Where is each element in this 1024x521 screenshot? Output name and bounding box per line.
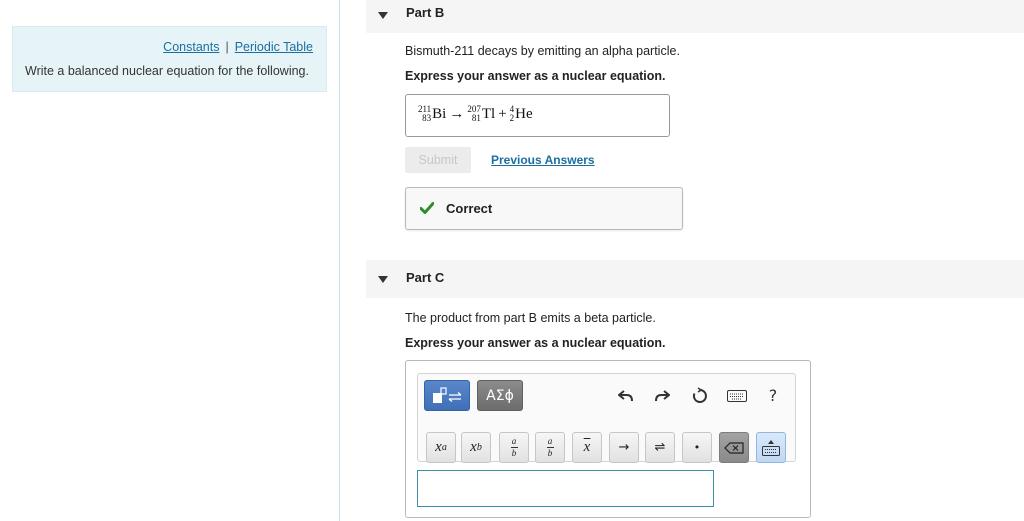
undo-icon[interactable] [612, 380, 640, 411]
collapse-caret-icon[interactable] [378, 12, 388, 19]
link-separator: | [225, 40, 229, 54]
fraction-key[interactable]: ab [499, 432, 529, 463]
collapse-caret-icon[interactable] [378, 276, 388, 283]
bi-atomic-number: 83 [422, 113, 432, 123]
redo-icon[interactable] [648, 380, 676, 411]
reaction-arrow-key[interactable]: → [609, 432, 639, 463]
nuclear-equation: 211 83 Bi → 207 81 Tl + 42 He [418, 105, 533, 123]
he-symbol: He [515, 105, 533, 122]
submit-button[interactable]: Submit [405, 147, 471, 173]
problem-instruction: Write a balanced nuclear equation for th… [25, 64, 309, 78]
tl-symbol: Tl [481, 105, 496, 122]
part-c-prompt: The product from part B emits a beta par… [405, 311, 656, 325]
part-c-title: Part C [406, 270, 445, 285]
tl-atomic-number: 81 [471, 113, 481, 123]
periodic-table-link[interactable]: Periodic Table [235, 40, 313, 54]
resource-links: Constants | Periodic Table [163, 40, 313, 54]
equilibrium-arrow-key[interactable]: ⇌ [645, 432, 675, 463]
part-c-header[interactable]: Part C [366, 260, 1024, 298]
dot-key[interactable]: • [682, 432, 712, 463]
subscript-key[interactable]: xb [461, 432, 491, 463]
he-atomic-number: 2 [509, 113, 515, 123]
part-c-instruction: Express your answer as a nuclear equatio… [405, 336, 666, 350]
correct-feedback: Correct [405, 187, 683, 230]
bi-symbol: Bi [432, 105, 447, 122]
reaction-arrow: → [449, 105, 465, 122]
check-icon [420, 202, 434, 214]
part-b-instruction: Express your answer as a nuclear equatio… [405, 69, 666, 83]
backspace-icon [724, 441, 744, 454]
backspace-key[interactable] [719, 432, 749, 463]
math-toolbar: ΑΣϕ ? xa xb ab ab x → ⇌ • [417, 373, 796, 463]
part-b-header[interactable]: Part B [366, 0, 1024, 33]
keyboard-toggle-icon [762, 439, 780, 456]
bismuth-nuclide: 211 83 Bi [418, 105, 446, 123]
superscript-key[interactable]: xa [426, 432, 456, 463]
left-panel: Constants | Periodic Table Write a balance… [0, 0, 340, 521]
correct-label: Correct [446, 201, 493, 216]
templates-button[interactable] [424, 380, 470, 411]
templates-icon [433, 386, 462, 403]
part-b-answer-box: 211 83 Bi → 207 81 Tl + 42 He [405, 94, 670, 137]
fraction-alt-key[interactable]: ab [535, 432, 565, 463]
reset-icon[interactable] [686, 380, 714, 411]
part-b-title: Part B [406, 5, 445, 20]
constants-link[interactable]: Constants [163, 40, 219, 54]
helium-nuclide: 42 He [510, 105, 533, 123]
thallium-nuclide: 207 81 Tl [467, 105, 495, 123]
answer-input[interactable] [417, 470, 714, 507]
previous-answers-link[interactable]: Previous Answers [491, 153, 595, 167]
info-box: Constants | Periodic Table Write a balance… [12, 26, 327, 92]
greek-symbols-button[interactable]: ΑΣϕ [477, 380, 523, 411]
vector-key[interactable]: x [572, 432, 602, 463]
part-b-prompt: Bismuth-211 decays by emitting an alpha … [405, 44, 680, 58]
plus-sign: + [498, 105, 507, 122]
help-icon[interactable]: ? [759, 380, 787, 411]
keyboard-icon[interactable] [723, 380, 751, 411]
keyboard-toggle-key[interactable] [756, 432, 786, 463]
math-editor: ΑΣϕ ? xa xb ab ab x → ⇌ • [405, 360, 811, 518]
